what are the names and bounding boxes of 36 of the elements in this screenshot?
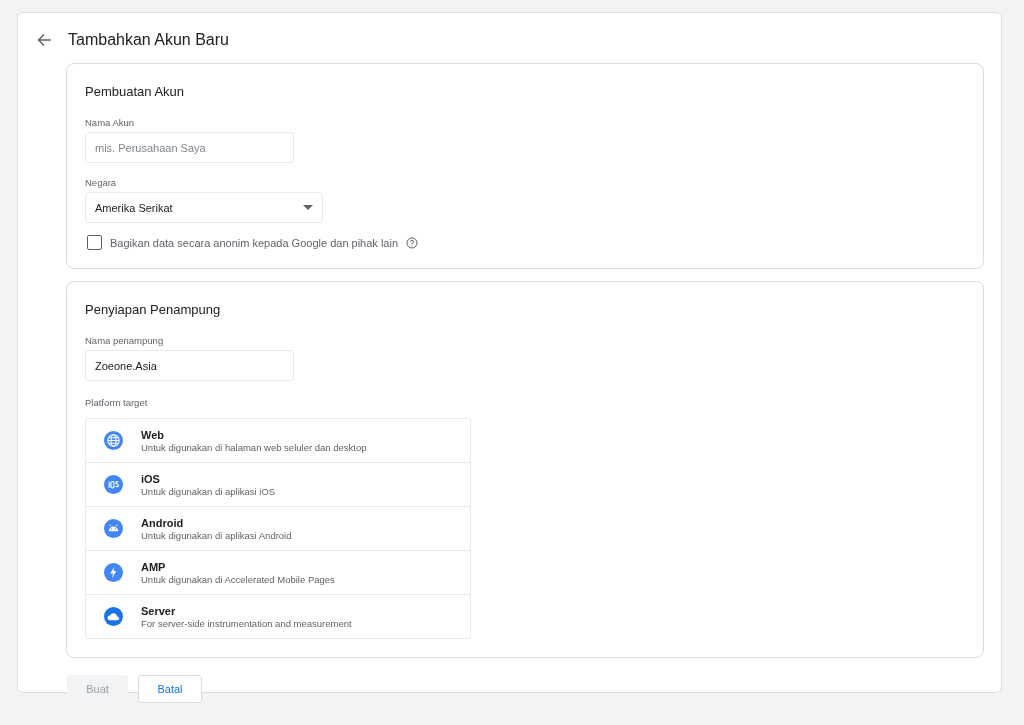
platform-option[interactable]: iOS Untuk digunakan di aplikasi iOS — [86, 462, 470, 506]
section-title: Pembuatan Akun — [85, 84, 186, 99]
platform-option[interactable]: AMP Untuk digunakan di Accelerated Mobile Pages — [86, 550, 470, 594]
field-label: Platform target — [85, 397, 149, 408]
container-name-field[interactable]: Zoeone.Asia — [85, 350, 294, 381]
help-icon[interactable] — [406, 236, 419, 249]
platform-description: For server-side instrumentation and measurement — [141, 617, 352, 629]
platform-option[interactable]: Server For server-side instrumentation and measurement — [86, 594, 470, 638]
platform-option[interactable]: Android Untuk digunakan di aplikasi Android — [86, 506, 470, 550]
globe-icon — [104, 431, 123, 450]
back-arrow-icon[interactable] — [36, 32, 52, 48]
checkbox-label: Bagikan data secara anonim kepada Google dan pihak lain — [110, 236, 399, 249]
lightning-icon — [104, 563, 123, 582]
platform-description: Untuk digunakan di halaman web seluler dan desktop — [141, 441, 367, 453]
platform-name: iOS — [141, 472, 161, 485]
dropdown-caret-icon — [303, 205, 313, 210]
platform-description: Untuk digunakan di aplikasi iOS — [141, 485, 276, 497]
android-icon — [104, 519, 123, 538]
field-label: Negara — [85, 177, 118, 188]
platform-description: Untuk digunakan di aplikasi Android — [141, 529, 292, 541]
platform-description: Untuk digunakan di Accelerated Mobile Pages — [141, 573, 335, 585]
account-name-field[interactable]: mis. Perusahaan Saya — [85, 132, 294, 163]
platform-name: Android — [141, 516, 185, 529]
checkbox[interactable] — [87, 235, 102, 250]
platform-name: Web — [141, 428, 166, 441]
field-label: Nama penampung — [85, 335, 165, 346]
platform-option[interactable]: Web Untuk digunakan di halaman web seluler dan desktop — [86, 419, 470, 462]
section-title: Penyiapan Penampung — [85, 302, 222, 317]
field-label: Nama Akun — [85, 117, 136, 128]
platform-name: AMP — [141, 560, 167, 573]
cloud-icon — [104, 607, 123, 626]
ios-icon — [104, 475, 123, 494]
country-dropdown[interactable]: Amerika Serikat — [85, 192, 323, 223]
cancel-button[interactable]: Batal — [138, 675, 202, 703]
page-title: Tambahkan Akun Baru — [68, 31, 229, 49]
platform-name: Server — [141, 604, 177, 617]
